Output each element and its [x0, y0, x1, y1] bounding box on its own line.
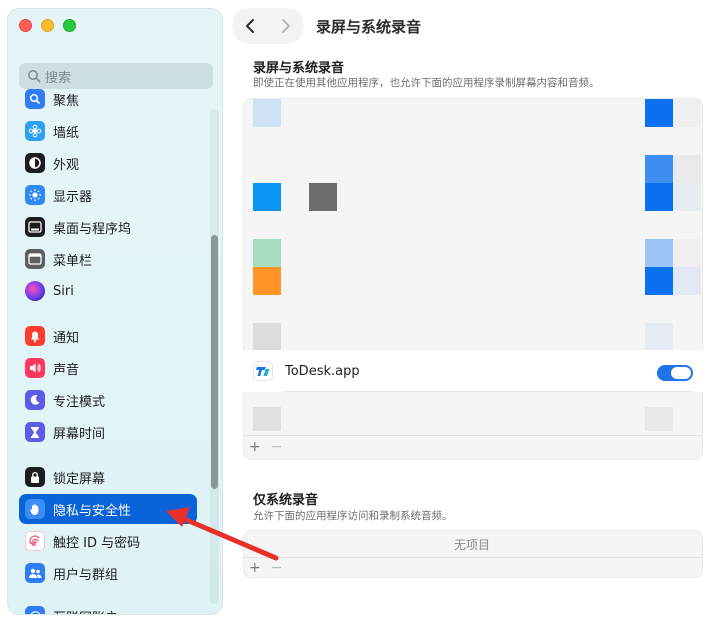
section-title-screen-recording: 录屏与系统录音 [253, 61, 345, 76]
toggle-knob [671, 367, 691, 379]
search-icon [28, 70, 41, 83]
sidebar-item-label: Siri [53, 283, 74, 299]
redacted-toggle [645, 183, 673, 211]
sidebar-item-label: 聚焦 [53, 93, 80, 109]
sidebar-item-label: 桌面与程序坞 [53, 221, 132, 237]
redacted-app-icon [309, 183, 337, 211]
hourglass-icon [25, 422, 45, 442]
flower-icon [25, 121, 45, 141]
sidebar-item-label: 隐私与安全性 [53, 503, 132, 519]
sidebar-item-label: 墙纸 [53, 125, 80, 141]
close-window-button[interactable] [19, 19, 32, 32]
dock-icon [25, 217, 45, 237]
sidebar-item-label: 声音 [53, 362, 80, 378]
system-audio-list-controls: + − [243, 557, 703, 579]
sidebar-item-label: 显示器 [53, 189, 93, 205]
search-placeholder: 搜索 [45, 70, 72, 86]
at-icon [25, 606, 45, 614]
sidebar-item-notifications[interactable]: 通知 [19, 321, 197, 351]
redacted-app-icon [253, 239, 281, 267]
sidebar-item-focus[interactable]: 专注模式 [19, 385, 197, 415]
remove-app-button[interactable]: − [271, 560, 283, 576]
sidebar-item-sound[interactable]: 声音 [19, 353, 197, 383]
row-divider [284, 391, 692, 392]
window-controls [19, 19, 76, 32]
remove-app-button[interactable]: − [271, 439, 283, 455]
sidebar-item-label: 用户与群组 [53, 567, 119, 583]
add-app-button[interactable]: + [249, 560, 261, 576]
redacted-app-icon [253, 183, 281, 211]
sidebar-item-privacy-security[interactable]: 隐私与安全性 [19, 494, 197, 524]
sidebar-item-menu-bar[interactable]: 菜单栏 [19, 244, 197, 274]
magnifier-icon [25, 89, 45, 109]
hand-icon [25, 499, 45, 519]
redacted-toggle [673, 155, 701, 183]
redacted-toggle [673, 183, 701, 211]
section-description-screen-recording: 即使正在使用其他应用程序，也允许下面的应用程序录制屏幕内容和音频。 [253, 77, 600, 89]
sidebar-item-spotlight[interactable]: 聚焦 [19, 84, 197, 114]
sidebar-item-wallpaper[interactable]: 墙纸 [19, 116, 197, 146]
sidebar-item-lock-screen[interactable]: 锁定屏幕 [19, 462, 197, 492]
empty-list-label: 无项目 [454, 538, 491, 552]
sun-icon [25, 185, 45, 205]
siri-icon [25, 281, 45, 301]
app-name: ToDesk.app [285, 363, 360, 379]
redacted-toggle [673, 239, 701, 267]
todesk-app-icon [253, 361, 273, 381]
sidebar-item-displays[interactable]: 显示器 [19, 180, 197, 210]
sidebar-item-label: 通知 [53, 330, 80, 346]
sidebar-item-appearance[interactable]: 外观 [19, 148, 197, 178]
lock-icon [25, 467, 45, 487]
navigation-buttons [232, 8, 304, 44]
sidebar-item-users-groups[interactable]: 用户与群组 [19, 558, 197, 588]
zoom-window-button[interactable] [63, 19, 76, 32]
redacted-toggle [673, 267, 701, 295]
add-app-button[interactable]: + [249, 439, 261, 455]
sidebar-item-internet-accounts[interactable]: 互联网账户 [19, 601, 197, 615]
sidebar-item-siri[interactable]: Siri [19, 276, 197, 306]
bell-icon [25, 326, 45, 346]
menubar-icon [25, 249, 45, 269]
minimize-window-button[interactable] [41, 19, 54, 32]
redacted-app-icon [253, 99, 281, 127]
section-description-system-audio: 允许下面的应用程序访问和录制系统音频。 [253, 510, 453, 522]
redacted-toggle [645, 99, 673, 127]
redacted-toggle [645, 239, 673, 267]
redacted-app-icon [253, 267, 281, 295]
users-icon [25, 563, 45, 583]
sidebar-scrollbar-thumb[interactable] [211, 235, 218, 489]
window-title: 录屏与系统录音 [316, 18, 422, 36]
sidebar-item-label: 外观 [53, 157, 80, 173]
redacted-toggle [645, 407, 673, 431]
redacted-toggle [645, 323, 673, 351]
fingerprint-icon [25, 531, 45, 551]
redacted-toggle [673, 99, 701, 127]
section-title-system-audio: 仅系统录音 [253, 493, 319, 508]
redacted-toggle [645, 267, 673, 295]
redacted-app-icon [253, 323, 281, 351]
screen-recording-app-list [243, 98, 703, 460]
moon-icon [25, 390, 45, 410]
sidebar-item-label: 菜单栏 [53, 253, 93, 269]
sidebar-item-screen-time[interactable]: 屏幕时间 [19, 417, 197, 447]
sidebar-item-label: 触控 ID 与密码 [53, 535, 141, 551]
speaker-icon [25, 358, 45, 378]
appearance-icon [25, 153, 45, 173]
forward-chevron-icon[interactable] [279, 18, 293, 34]
screen-recording-list-controls: + − [243, 436, 703, 458]
todesk-permission-toggle[interactable] [657, 365, 693, 381]
redacted-toggle [645, 155, 673, 183]
redacted-app-icon [253, 407, 281, 431]
sidebar-item-desktop-dock[interactable]: 桌面与程序坞 [19, 212, 197, 242]
sidebar-item-label: 互联网账户 [53, 607, 118, 615]
sidebar-item-touch-id[interactable]: 触控 ID 与密码 [19, 526, 197, 556]
sidebar: 搜索 聚焦 墙纸 外观 显示器 桌面与程序坞 菜单栏 Siri 通知 声音 专注… [7, 8, 223, 615]
sidebar-item-label: 锁定屏幕 [53, 471, 106, 487]
sidebar-item-label: 屏幕时间 [53, 426, 106, 442]
sidebar-item-label: 专注模式 [53, 394, 106, 410]
app-row-todesk: ToDesk.app [243, 350, 703, 392]
back-chevron-icon[interactable] [243, 18, 257, 34]
